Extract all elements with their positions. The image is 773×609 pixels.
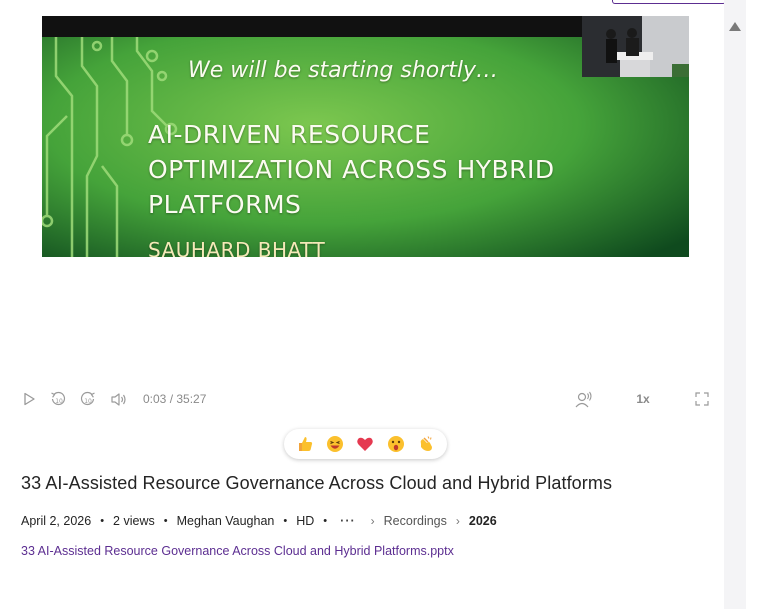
view-count: 2 views	[113, 513, 155, 528]
breadcrumb-current[interactable]: 2026	[469, 514, 497, 528]
heart-icon[interactable]	[354, 433, 376, 455]
scroll-up-arrow-icon[interactable]	[729, 22, 741, 31]
author-name[interactable]: Meghan Vaughan	[177, 514, 275, 528]
slide-speaker-name: SAUHARD BHATT	[148, 238, 326, 257]
presenter-camera-thumbnail	[582, 16, 689, 77]
player-controls: 10 10 0:03 / 35:27 1x	[0, 386, 724, 412]
forward-10-icon[interactable]: 10	[79, 386, 97, 412]
slide-title-line: OPTIMIZATION ACROSS HYBRID	[148, 155, 555, 184]
breadcrumb-recordings[interactable]: Recordings	[384, 514, 447, 528]
separator-dot: •	[163, 514, 168, 527]
applause-icon[interactable]	[415, 433, 437, 455]
more-options-button[interactable]: ···	[340, 514, 356, 528]
playback-speed-button[interactable]: 1x	[634, 386, 652, 412]
time-display: 0:03 / 35:27	[143, 392, 207, 406]
recording-date: April 2, 2026	[21, 513, 92, 528]
rewind-10-icon[interactable]: 10	[49, 386, 67, 412]
recording-title: 33 AI-Assisted Resource Governance Acros…	[21, 473, 613, 493]
recording-metadata: April 2, 2026 • 2 views • Meghan Vaughan…	[21, 512, 497, 529]
scrollbar[interactable]	[724, 0, 746, 609]
slide-title: AI-DRIVEN RESOURCE OPTIMIZATION ACROSS H…	[148, 117, 555, 222]
top-button-edge[interactable]	[612, 0, 726, 4]
chevron-right-icon: ›	[370, 513, 375, 528]
attachment-link[interactable]: 33 AI-Assisted Resource Governance Acros…	[21, 544, 454, 558]
svg-text:10: 10	[55, 398, 63, 405]
chevron-right-icon: ›	[455, 513, 460, 528]
fullscreen-icon[interactable]	[693, 386, 711, 412]
slide-title-line: AI-DRIVEN RESOURCE	[148, 120, 431, 149]
surprised-emoji-icon[interactable]	[385, 433, 407, 455]
reactions-bar	[284, 429, 447, 459]
separator-dot: •	[283, 514, 288, 527]
volume-icon[interactable]	[108, 386, 128, 412]
separator-dot: •	[100, 514, 105, 527]
video-player[interactable]: We will be starting shortly… AI-DRIVEN R…	[42, 16, 689, 257]
laugh-emoji-icon[interactable]	[324, 433, 346, 455]
captions-speaker-icon[interactable]	[574, 386, 594, 412]
separator-dot: •	[323, 514, 328, 527]
quality-badge: HD	[296, 513, 315, 528]
thumbs-up-icon[interactable]	[294, 433, 316, 455]
svg-text:10: 10	[84, 398, 92, 405]
slide-title-line: PLATFORMS	[148, 190, 302, 219]
slide-starting-text: We will be starting shortly…	[188, 58, 499, 83]
play-icon[interactable]	[20, 386, 38, 412]
presenter-scene	[582, 16, 689, 77]
